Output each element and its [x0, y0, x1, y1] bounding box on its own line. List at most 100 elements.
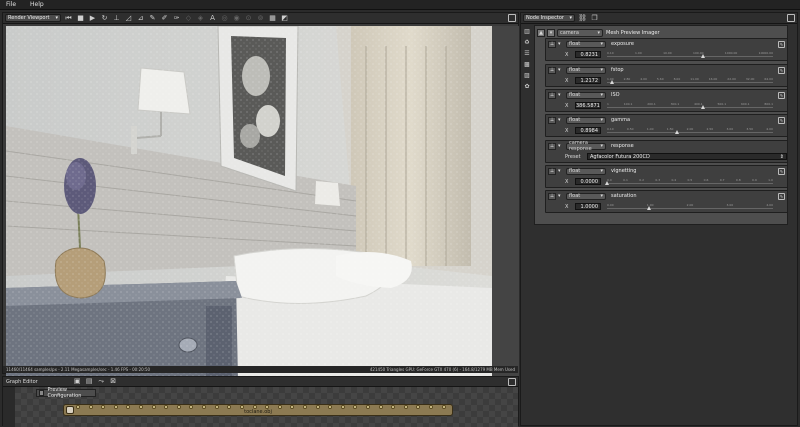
value-slider[interactable]: 0.0 0.1 0.2 0.3 0.4 0.5 0.6 0.7 0.8 0.9 1.0: [605, 177, 773, 186]
triangle-icon[interactable]: ◿: [124, 14, 133, 23]
collapse-icon[interactable]: ▾: [558, 92, 564, 98]
param-type-label: float: [569, 117, 581, 123]
focus-picker-icon[interactable]: ✐: [160, 14, 169, 23]
value-field[interactable]: 386.5871: [575, 102, 601, 109]
value-field[interactable]: 1.2172: [575, 77, 601, 84]
lock-icon[interactable]: ◎: [220, 14, 229, 23]
maximize-icon[interactable]: [508, 14, 516, 22]
param-type-select[interactable]: float ▾: [566, 66, 606, 74]
environment-icon[interactable]: ☰: [523, 50, 531, 58]
menu-file[interactable]: File: [6, 1, 16, 8]
image-icon[interactable]: ▨: [523, 72, 531, 80]
slider-thumb[interactable]: [605, 180, 609, 185]
edit-icon[interactable]: ✎: [778, 41, 785, 48]
value-field[interactable]: 0.8984: [575, 127, 601, 134]
edit-icon[interactable]: ✎: [778, 92, 785, 99]
slider-tick-label: 0.00: [607, 202, 614, 207]
edit-icon[interactable]: ✎: [778, 168, 785, 175]
settings-icon[interactable]: ⊚: [256, 14, 265, 23]
graph-canvas[interactable]: Preview Configuration toclane.obj: [3, 387, 518, 427]
value-field[interactable]: 0.8231: [575, 51, 601, 58]
param-type-select[interactable]: camera response ▾: [566, 140, 606, 152]
node-delete-icon[interactable]: ⊠: [109, 377, 118, 386]
play-icon[interactable]: ▶: [88, 14, 97, 23]
value-slider[interactable]: 0.10 1.00 10.00 100.00 1000.00 10000.00: [607, 51, 773, 59]
film-icon[interactable]: ▥: [523, 28, 531, 36]
render-image[interactable]: [6, 26, 492, 380]
param-link-icon[interactable]: ⟂: [548, 116, 556, 124]
maximize-icon[interactable]: [508, 378, 516, 386]
param-link-icon[interactable]: ⟂: [548, 142, 556, 150]
chevron-down-icon: ▾: [569, 15, 572, 21]
node-add-icon[interactable]: ▣: [73, 377, 82, 386]
kernel-icon[interactable]: ♻: [523, 39, 531, 47]
collapse-icon[interactable]: ▾: [558, 117, 564, 123]
param-type-select[interactable]: float ▾: [566, 116, 606, 124]
param-link-icon[interactable]: ⟂: [548, 40, 556, 48]
maximize-icon[interactable]: [787, 14, 795, 22]
preset-select[interactable]: Agfacolor Futura 200CD ⇕: [587, 153, 787, 160]
slider-tick-label: 4.00: [640, 76, 647, 81]
menu-help[interactable]: Help: [30, 1, 44, 8]
checker-icon[interactable]: ▦: [268, 14, 277, 23]
param-gamma: ⟂ ▾ float ▾ gamma ✎ X 0.8984 0.10 0.50 1.0…: [545, 114, 788, 137]
camera-icon[interactable]: ⊙: [244, 14, 253, 23]
param-type-select[interactable]: float ▾: [566, 91, 606, 99]
param-type-select[interactable]: float ▾: [566, 192, 606, 200]
node-icon[interactable]: ▲: [537, 28, 545, 37]
node-link-icon[interactable]: ⤳: [97, 377, 106, 386]
collapse-icon[interactable]: ▾: [558, 67, 564, 73]
slider-thumb[interactable]: [646, 205, 651, 210]
collapse-icon[interactable]: ▾: [558, 168, 564, 174]
viewport-select[interactable]: Render Viewport ▾: [5, 14, 61, 22]
param-link-icon[interactable]: ⟂: [548, 66, 556, 74]
node-group-icon[interactable]: ▤: [85, 377, 94, 386]
slider-thumb[interactable]: [674, 129, 679, 134]
value-slider[interactable]: 0.00 1.00 2.00 3.00 4.00: [607, 203, 773, 211]
slider-thumb[interactable]: [609, 79, 614, 84]
slider-thumb[interactable]: [701, 104, 706, 109]
collapse-icon[interactable]: ▾: [558, 41, 564, 47]
material-picker-icon[interactable]: ◇: [184, 14, 193, 23]
collapse-icon[interactable]: ▾: [558, 143, 564, 149]
value-field[interactable]: 0.0000: [575, 178, 601, 185]
restart-icon[interactable]: ↻: [100, 14, 109, 23]
first-frame-icon[interactable]: ⏮: [64, 14, 73, 23]
edit-icon[interactable]: ✎: [778, 193, 785, 200]
objects-icon[interactable]: ✿: [523, 83, 531, 91]
value-slider[interactable]: 0.10 0.50 1.00 1.50 2.00 2.50 3.00 3.50 4.00: [607, 127, 773, 135]
af-icon[interactable]: A: [208, 14, 217, 23]
slider-tick-label: 500.1: [717, 101, 727, 106]
param-link-icon[interactable]: ⟂: [548, 192, 556, 200]
collapse-icon[interactable]: ▾: [558, 193, 564, 199]
node-type-select[interactable]: camera ▾: [557, 28, 603, 37]
stop-icon[interactable]: ■: [76, 14, 85, 23]
value-slider[interactable]: 1 100.1 200.1 300.1 400.1 500.1 600.1 800.1: [607, 102, 773, 110]
param-link-icon[interactable]: ⟂: [548, 167, 556, 175]
collapse-icon[interactable]: ▾: [547, 28, 555, 37]
param-type-select[interactable]: float ▾: [566, 40, 606, 48]
param-link-icon[interactable]: ⟂: [548, 91, 556, 99]
value-field[interactable]: 1.0000: [575, 203, 601, 210]
link-icon[interactable]: ⛓: [578, 14, 587, 23]
preview-configuration-node[interactable]: Preview Configuration: [36, 387, 96, 399]
slider-tick-label: 0.10: [607, 50, 614, 55]
copy-icon[interactable]: ❐: [590, 14, 599, 23]
edit-icon[interactable]: ✎: [778, 67, 785, 74]
slider-tick-label: 0.5: [687, 177, 693, 182]
param-type-select[interactable]: float ▾: [566, 167, 606, 175]
imager-icon[interactable]: ▩: [523, 61, 531, 69]
edit-icon[interactable]: ✎: [778, 117, 785, 124]
graph-icon[interactable]: ⊿: [136, 14, 145, 23]
inspector-select[interactable]: Node Inspector ▾: [523, 14, 575, 22]
mesh-node[interactable]: toclane.obj: [63, 404, 453, 416]
wb-picker-icon[interactable]: ✑: [172, 14, 181, 23]
value-slider[interactable]: 1.00 2.80 4.00 5.60 8.00 11.00 16.00 22.00 32.00…: [607, 77, 773, 85]
axis-icon[interactable]: ⊥: [112, 14, 121, 23]
slider-thumb[interactable]: [701, 53, 706, 58]
fullscreen-icon[interactable]: ◩: [280, 14, 289, 23]
slider-tick-label: 0.6: [703, 177, 709, 182]
picker-icon[interactable]: ✎: [148, 14, 157, 23]
region-icon[interactable]: ◉: [232, 14, 241, 23]
object-picker-icon[interactable]: ◈: [196, 14, 205, 23]
